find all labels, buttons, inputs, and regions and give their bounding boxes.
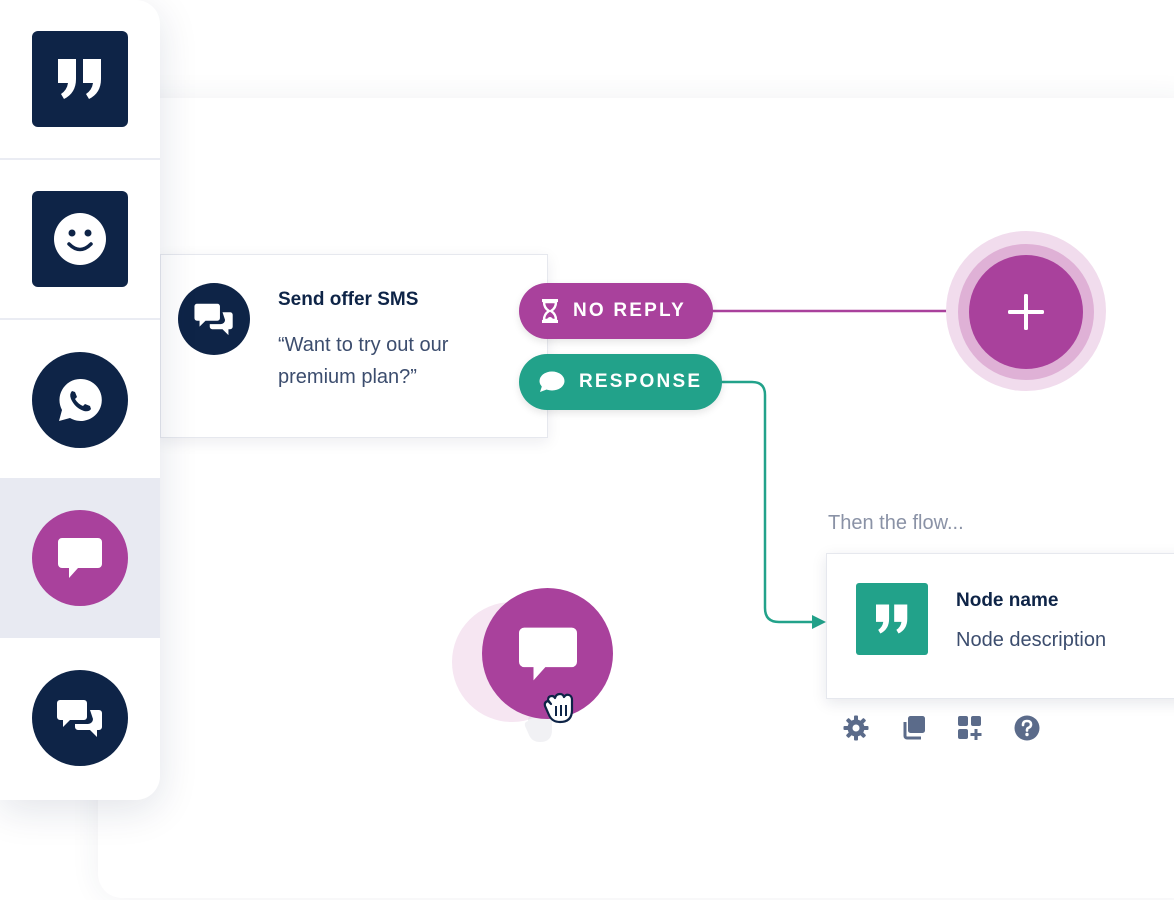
sms-bubble-icon bbox=[58, 538, 102, 578]
smiley-icon bbox=[54, 213, 106, 265]
target-node-name: Node name bbox=[956, 590, 1059, 611]
target-node-icon bbox=[856, 583, 928, 655]
sidebar-item-smiley[interactable] bbox=[0, 160, 160, 320]
sidebar-item-quote[interactable] bbox=[0, 0, 160, 160]
sidebar-smiley-button[interactable] bbox=[32, 191, 128, 287]
node-palette-sidebar bbox=[0, 0, 160, 800]
node-avatar bbox=[178, 283, 250, 355]
response-arrowhead bbox=[812, 615, 826, 629]
sidebar-item-chat[interactable] bbox=[0, 638, 160, 798]
sms-bubble-icon bbox=[518, 627, 577, 680]
add-node-button[interactable] bbox=[969, 255, 1083, 369]
whatsapp-icon bbox=[59, 378, 102, 421]
target-node-card[interactable]: Node name Node description bbox=[826, 553, 1174, 699]
sidebar-chat-button[interactable] bbox=[32, 670, 128, 766]
send-offer-sms-node[interactable]: Send offer SMS “Want to try out our prem… bbox=[160, 254, 548, 438]
quote-icon bbox=[876, 604, 908, 634]
no-reply-branch-button[interactable]: NO REPLY bbox=[519, 283, 713, 339]
grab-hand-icon bbox=[543, 692, 574, 724]
sidebar-item-whatsapp[interactable] bbox=[0, 320, 160, 480]
plus-icon bbox=[1008, 294, 1044, 330]
node-title: Send offer SMS bbox=[278, 289, 419, 310]
sidebar-whatsapp-button[interactable] bbox=[32, 352, 128, 448]
chat-bubbles-icon bbox=[57, 700, 102, 737]
sidebar-quote-button[interactable] bbox=[32, 31, 128, 127]
flow-connectors bbox=[712, 309, 972, 629]
response-connector bbox=[721, 380, 812, 624]
response-label: RESPONSE bbox=[579, 371, 703, 392]
hourglass-icon bbox=[541, 299, 559, 323]
sidebar-sms-button[interactable] bbox=[32, 510, 128, 606]
speech-bubble-icon bbox=[539, 371, 565, 393]
quote-icon bbox=[58, 59, 101, 99]
no-reply-label: NO REPLY bbox=[573, 300, 686, 321]
sidebar-item-sms[interactable] bbox=[0, 478, 160, 638]
response-branch-button[interactable]: RESPONSE bbox=[519, 354, 722, 410]
node-message-text: “Want to try out our premium plan?” bbox=[278, 334, 449, 388]
chat-bubbles-icon bbox=[194, 303, 233, 336]
target-node-description: Node description bbox=[956, 629, 1107, 651]
